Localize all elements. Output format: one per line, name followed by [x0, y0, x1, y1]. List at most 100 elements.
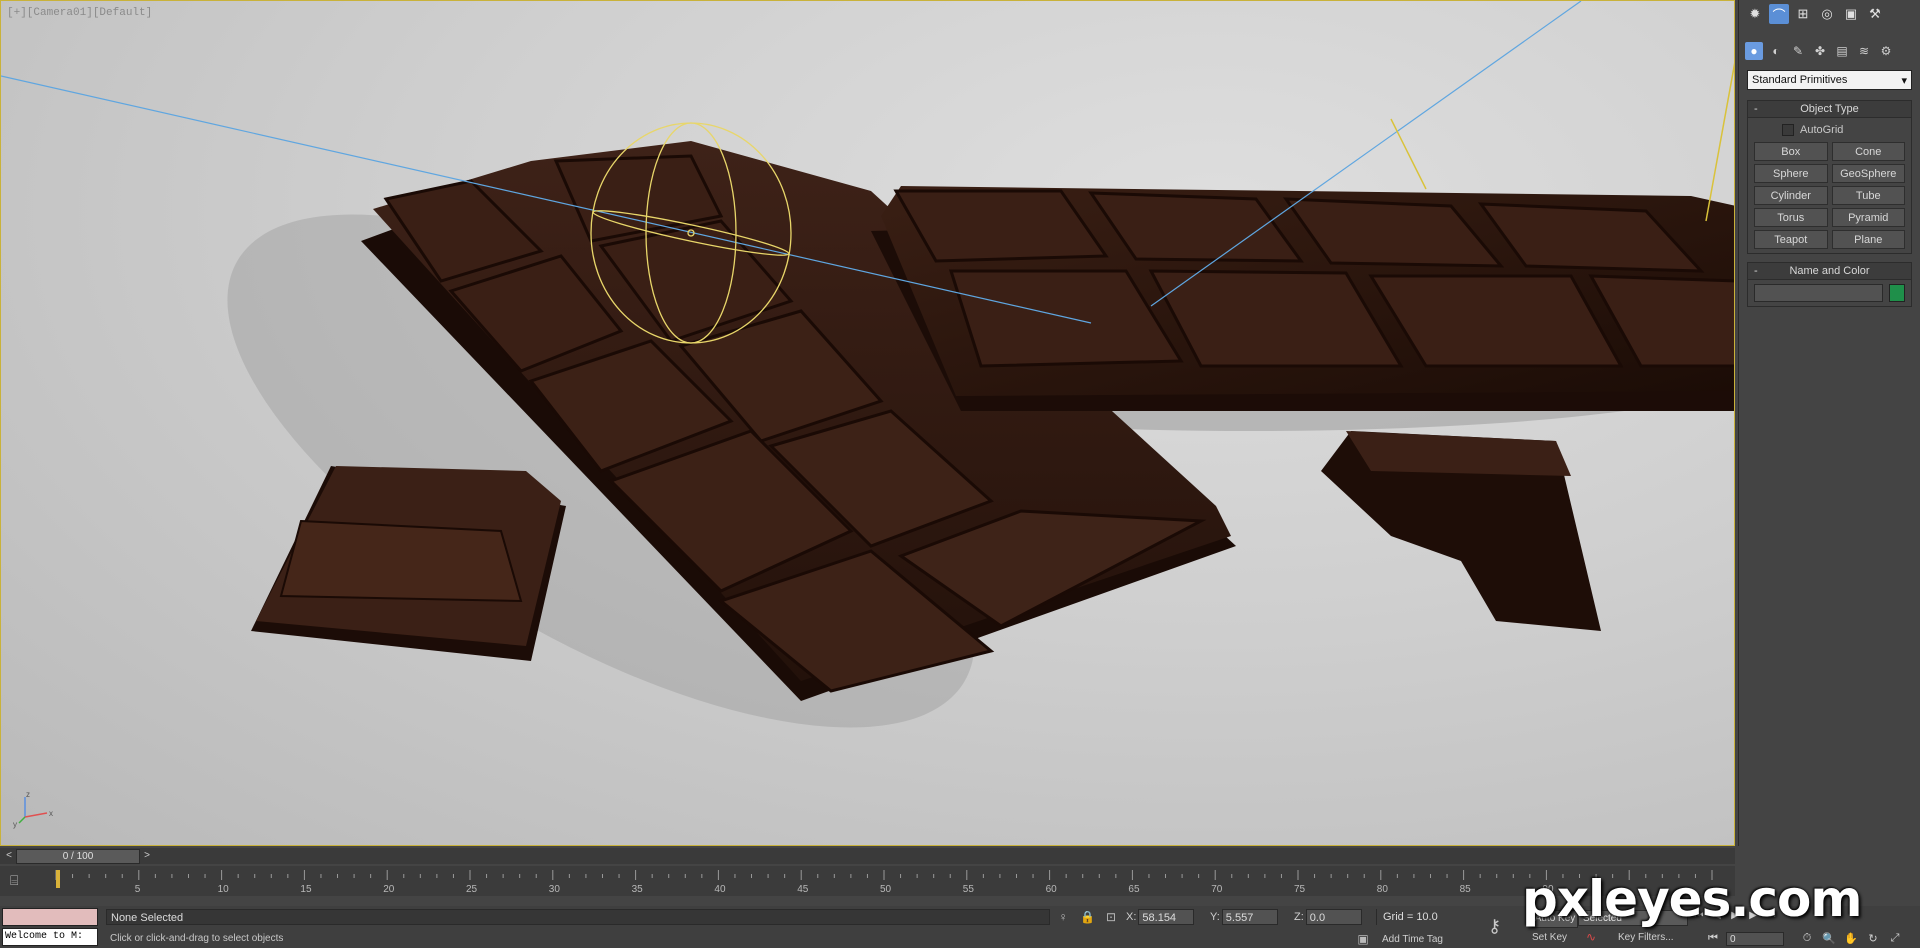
- chevron-down-icon: ▾: [1901, 74, 1907, 87]
- command-panel-tabs: ✹ ⌒ ⊞ ◎ ▣ ⚒: [1739, 0, 1920, 28]
- create-subtabs: ● ◐ ✎ ✤ ▤ ≋ ⚙: [1739, 38, 1920, 64]
- maxscript-listener[interactable]: Welcome to M:: [2, 908, 98, 946]
- time-tag-icon[interactable]: ▣: [1356, 932, 1370, 946]
- trackbar-tick-label: 55: [963, 884, 975, 894]
- geometry-icon[interactable]: ●: [1745, 42, 1763, 60]
- axis-z-label: z: [26, 790, 30, 799]
- name-color-rollout-header[interactable]: - Name and Color: [1747, 262, 1912, 280]
- trackbar-tick-label: 45: [797, 884, 809, 894]
- trackbar-tick-label: 70: [1211, 884, 1223, 894]
- trackbar-tick-label: 65: [1128, 884, 1140, 894]
- add-time-tag-button[interactable]: Add Time Tag: [1382, 934, 1443, 945]
- curve-editor-icon[interactable]: ⌸: [10, 872, 32, 888]
- time-config-icon[interactable]: ⏱: [1800, 932, 1814, 946]
- light-line: [1390, 118, 1427, 190]
- chocolate-piece-left: [251, 466, 566, 661]
- pan-icon[interactable]: ✋: [1844, 932, 1858, 946]
- geosphere-button[interactable]: GeoSphere: [1831, 164, 1905, 183]
- z-label: Z:: [1294, 911, 1304, 923]
- trackbar-tick-label: 60: [1046, 884, 1058, 894]
- autogrid-toggle[interactable]: AutoGrid: [1754, 122, 1905, 138]
- trackbar-ticks: 5 10 15 20 25 30 35 40 45 50 55 60 65 70 75 80 85 90: [55, 870, 1713, 894]
- sphere-button[interactable]: Sphere: [1754, 164, 1828, 183]
- key-curve-icon[interactable]: ∿: [1584, 930, 1598, 944]
- pyramid-button[interactable]: Pyramid: [1831, 208, 1905, 227]
- object-type-rollout-header[interactable]: - Object Type: [1747, 100, 1912, 118]
- object-name-field[interactable]: [1754, 284, 1883, 302]
- primitive-buttons: Box Cone Sphere GeoSphere Cylinder Tube …: [1754, 142, 1905, 249]
- key-filters-button[interactable]: Key Filters...: [1618, 932, 1674, 943]
- category-dropdown[interactable]: Standard Primitives ▾: [1747, 70, 1912, 90]
- axis-y-label: y: [13, 820, 17, 829]
- z-field[interactable]: 0.0: [1305, 909, 1362, 925]
- trackbar-tick-label: 35: [632, 884, 644, 894]
- cylinder-button[interactable]: Cylinder: [1754, 186, 1828, 205]
- set-key-button[interactable]: Set Key: [1532, 932, 1567, 943]
- time-slider-next-button[interactable]: >: [140, 848, 154, 864]
- x-coordinate: X: 58.154: [1126, 909, 1195, 925]
- create-icon[interactable]: ✹: [1745, 4, 1765, 24]
- x-label: X:: [1126, 911, 1137, 923]
- maxscript-output[interactable]: Welcome to M:: [2, 928, 98, 946]
- teapot-button[interactable]: Teapot: [1754, 230, 1828, 249]
- current-frame-field[interactable]: 0: [1726, 932, 1784, 946]
- object-type-rollout: AutoGrid Box Cone Sphere GeoSphere Cylin…: [1747, 118, 1912, 254]
- utilities-icon[interactable]: ⚒: [1865, 4, 1885, 24]
- rendered-scene: [1, 1, 1734, 728]
- trackbar-tick-label: 80: [1377, 884, 1389, 894]
- object-type-title: Object Type: [1800, 103, 1859, 115]
- cone-button[interactable]: Cone: [1831, 142, 1905, 161]
- autogrid-checkbox[interactable]: [1782, 124, 1794, 136]
- trackbar-tick-label: 25: [466, 884, 478, 894]
- spacewarps-icon[interactable]: ≋: [1855, 42, 1873, 60]
- name-color-title: Name and Color: [1789, 265, 1870, 277]
- time-slider-thumb[interactable]: 0 / 100: [16, 849, 140, 864]
- cameras-icon[interactable]: ✤: [1811, 42, 1829, 60]
- plane-button[interactable]: Plane: [1831, 230, 1905, 249]
- axis-x-label: x: [49, 809, 53, 818]
- camera-viewport[interactable]: [+][Camera01][Default] z x y: [0, 0, 1735, 846]
- zoom-icon[interactable]: 🔍: [1822, 932, 1836, 946]
- systems-icon[interactable]: ⚙: [1877, 42, 1895, 60]
- display-icon[interactable]: ▣: [1841, 4, 1861, 24]
- light-line-right: [1705, 62, 1734, 222]
- z-coordinate: Z: 0.0: [1294, 909, 1362, 925]
- x-field[interactable]: 58.154: [1138, 909, 1195, 925]
- name-color-rollout: [1747, 280, 1912, 307]
- time-slider[interactable]: < 0 / 100 >: [0, 848, 1735, 864]
- maxscript-macro-field[interactable]: [2, 908, 98, 926]
- transform-mode-icon[interactable]: ⊡: [1104, 910, 1118, 924]
- modify-icon[interactable]: ⌒: [1769, 4, 1789, 24]
- go-to-start-small-icon[interactable]: ⏮: [1706, 932, 1720, 946]
- motion-icon[interactable]: ◎: [1817, 4, 1837, 24]
- box-button[interactable]: Box: [1754, 142, 1828, 161]
- trackbar-ruler[interactable]: 5 10 15 20 25 30 35 40 45 50 55 60 65 70 75 80 85 90: [54, 870, 1714, 894]
- set-key-icon[interactable]: ⚷: [1488, 916, 1501, 937]
- isolate-icon[interactable]: ♀: [1056, 910, 1070, 924]
- trackbar-tick-label: 30: [549, 884, 561, 894]
- trackbar-tick-label: 85: [1460, 884, 1472, 894]
- autogrid-label: AutoGrid: [1800, 124, 1844, 136]
- collapse-icon: -: [1754, 103, 1758, 115]
- shapes-icon[interactable]: ◐: [1767, 42, 1785, 60]
- time-slider-prev-button[interactable]: <: [2, 848, 16, 864]
- selection-status: None Selected: [106, 909, 1050, 925]
- maximize-viewport-icon[interactable]: ⤢: [1888, 932, 1902, 946]
- watermark: pxleyes.com: [1522, 870, 1862, 928]
- chocolate-piece-broken: [1321, 431, 1601, 631]
- trackbar-tick-label: 20: [383, 884, 395, 894]
- trackbar-tick-label: 40: [714, 884, 726, 894]
- orbit-icon[interactable]: ↻: [1866, 932, 1880, 946]
- axis-tripod: z x y: [13, 790, 53, 829]
- lights-icon[interactable]: ✎: [1789, 42, 1807, 60]
- torus-button[interactable]: Torus: [1754, 208, 1828, 227]
- trackbar-tick-label: 50: [880, 884, 892, 894]
- y-field[interactable]: 5.557: [1221, 909, 1278, 925]
- tube-button[interactable]: Tube: [1831, 186, 1905, 205]
- object-color-swatch[interactable]: [1889, 284, 1905, 302]
- trackbar[interactable]: ⌸ 5 10 15 20 25 30 35 40 45 50 55 60 65 70 75 80 85 90: [0, 866, 1735, 896]
- hierarchy-icon[interactable]: ⊞: [1793, 4, 1813, 24]
- helpers-icon[interactable]: ▤: [1833, 42, 1851, 60]
- lock-icon[interactable]: 🔒: [1080, 910, 1095, 924]
- prompt-line: Click or click-and-drag to select object…: [110, 933, 284, 944]
